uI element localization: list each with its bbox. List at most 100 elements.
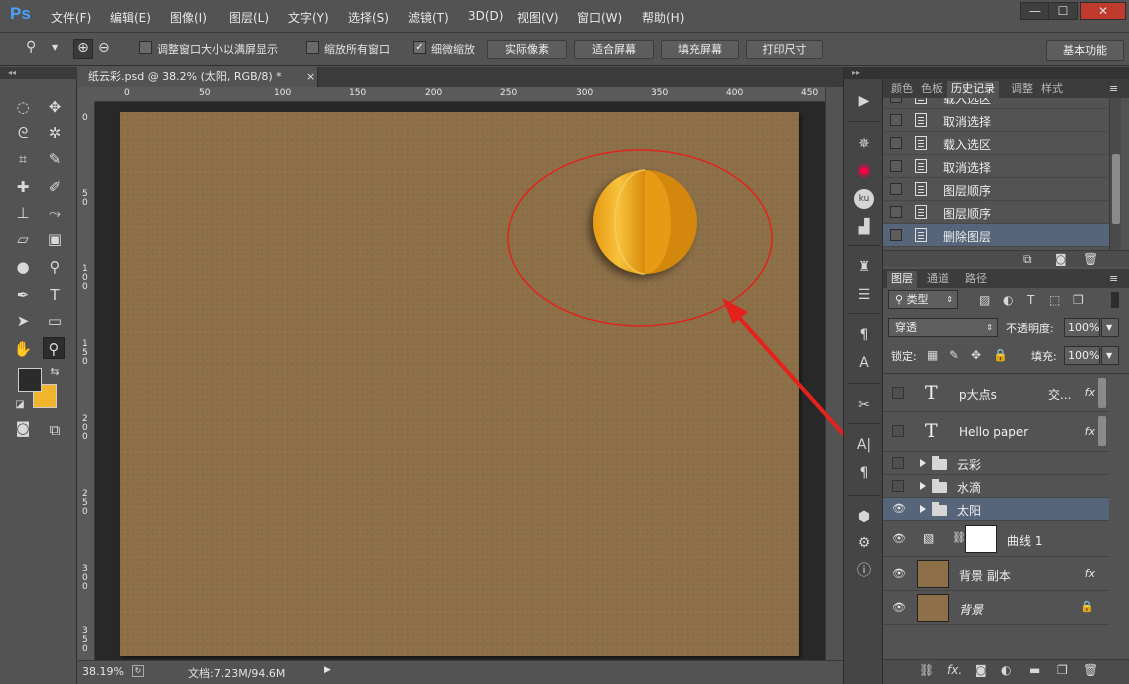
layer-visibility-toggle[interactable] (892, 480, 904, 492)
properties-panel-icon[interactable]: ⚙ (854, 533, 874, 553)
scrubby-zoom-checkbox[interactable]: ✓ (413, 41, 426, 54)
lock-transparency-icon[interactable]: ▦ (927, 348, 938, 362)
new-layer-icon[interactable]: ❐ (1057, 663, 1068, 677)
maximize-button[interactable]: ☐ (1048, 2, 1078, 20)
print-size-button[interactable]: 打印尺寸 (746, 40, 823, 59)
character-styles-icon[interactable]: A (854, 353, 874, 373)
new-group-icon[interactable]: ▬ (1029, 663, 1040, 677)
zoom-level[interactable]: 38.19% (82, 665, 124, 678)
info-panel-icon[interactable]: ⓘ (854, 561, 874, 581)
lock-all-icon[interactable]: 🔒 (993, 348, 1008, 362)
history-item[interactable]: 取消选择 (883, 109, 1109, 132)
zoom-tool-icon[interactable]: ⚲ (43, 337, 65, 359)
path-selection-tool-icon[interactable]: ➤ (12, 310, 34, 332)
tool-presets-icon[interactable]: ✂ (854, 395, 874, 415)
blur-tool-icon[interactable]: ● (12, 256, 34, 278)
close-tab-icon[interactable]: × (306, 67, 315, 87)
zoom-all-windows-checkbox[interactable] (306, 41, 319, 54)
delete-state-icon[interactable]: 🗑 (1083, 252, 1098, 266)
lasso-tool-icon[interactable]: ᘓ (12, 122, 34, 144)
layer-row-selected[interactable]: 👁 太阳 (883, 498, 1109, 521)
layer-row[interactable]: 👁 ▧ ⛓ 曲线 1 (883, 521, 1109, 557)
history-item[interactable]: 图层顺序 (883, 201, 1109, 224)
layer-filter-kind[interactable]: ⚲ 类型 ⇕ (888, 290, 958, 309)
layer-row[interactable]: 👁 背景 🔒 (883, 591, 1109, 625)
fit-screen-button[interactable]: 适合屏幕 (574, 40, 654, 59)
menu-edit[interactable]: 编辑(E) (110, 9, 151, 26)
preset-dropdown-icon[interactable]: ▼ (52, 43, 58, 52)
layer-row[interactable]: T p大点s 交... fx (883, 374, 1109, 412)
eyedropper-tool-icon[interactable]: ✎ (44, 148, 66, 170)
document-canvas[interactable] (120, 112, 799, 656)
fill-screen-button[interactable]: 填充屏幕 (661, 40, 739, 59)
navigator-icon[interactable]: ✵ (854, 134, 874, 154)
menu-help[interactable]: 帮助(H) (642, 9, 684, 26)
layer-row[interactable]: 水滴 (883, 475, 1109, 498)
history-item[interactable]: 图层顺序 (883, 178, 1109, 201)
menu-image[interactable]: 图像(I) (170, 9, 207, 26)
paragraph-styles-icon[interactable]: ¶ (854, 325, 874, 345)
new-adjustment-layer-icon[interactable]: ◐ (1001, 663, 1011, 677)
menu-view[interactable]: 视图(V) (517, 9, 559, 26)
group-expand-icon[interactable] (920, 482, 926, 490)
add-layer-style-icon[interactable]: fx. (947, 663, 962, 677)
history-source-checkbox[interactable] (890, 206, 902, 218)
status-menu-arrow-icon[interactable]: ▶ (324, 665, 331, 675)
group-expand-icon[interactable] (920, 505, 926, 513)
mask-link-icon[interactable]: ⛓ (952, 531, 966, 544)
fit-window-checkbox[interactable] (139, 41, 152, 54)
group-expand-icon[interactable] (920, 459, 926, 467)
actual-pixels-button[interactable]: 实际像素 (487, 40, 567, 59)
history-brush-tool-icon[interactable]: ⤳ (44, 202, 66, 224)
tab-adjustments[interactable]: 调整 (1007, 81, 1037, 98)
menu-type[interactable]: 文字(Y) (288, 9, 329, 26)
type-tool-icon[interactable]: T (44, 284, 66, 306)
history-source-checkbox[interactable] (890, 114, 902, 126)
tab-channels[interactable]: 通道 (923, 271, 953, 288)
default-colors-icon[interactable]: ◪ (9, 394, 31, 416)
history-scrollbar[interactable] (1109, 98, 1121, 250)
actions-play-icon[interactable]: ▶ (854, 91, 874, 111)
foreground-color-swatch[interactable] (18, 368, 42, 392)
filter-adjustment-icon[interactable]: ◐ (1003, 293, 1013, 307)
lock-position-icon[interactable]: ✥ (971, 348, 981, 362)
link-layers-icon[interactable]: ⛓ (919, 663, 934, 677)
color-wheel-icon[interactable]: ◉ (854, 160, 874, 180)
opacity-input[interactable]: 100% (1064, 318, 1100, 337)
tab-history[interactable]: 历史记录 (947, 81, 999, 98)
dock-collapse-icon[interactable]: ▸▸ (844, 67, 884, 79)
tab-color[interactable]: 颜色 (887, 81, 917, 98)
tab-styles[interactable]: 样式 (1037, 81, 1067, 98)
menu-3d[interactable]: 3D(D) (468, 9, 503, 23)
history-item[interactable]: 取消选择 (883, 155, 1109, 178)
opacity-dropdown-icon[interactable]: ▼ (1101, 318, 1119, 337)
history-source-checkbox[interactable] (890, 229, 902, 241)
filter-smart-object-icon[interactable]: ❐ (1073, 293, 1084, 307)
layer-row[interactable]: T Hello paper fx (883, 412, 1109, 452)
status-share-icon[interactable]: ↻ (132, 665, 144, 677)
tab-swatches[interactable]: 色板 (917, 81, 947, 98)
menu-layer[interactable]: 图层(L) (229, 9, 269, 26)
menu-window[interactable]: 窗口(W) (577, 9, 622, 26)
screen-mode-icon[interactable]: ⧉ (44, 419, 66, 441)
magic-wand-tool-icon[interactable]: ✲ (44, 122, 66, 144)
filter-shape-icon[interactable]: ⬚ (1049, 293, 1060, 307)
clone-stamp-tool-icon[interactable]: ⊥ (12, 202, 34, 224)
brush-presets-icon[interactable]: ♜ (854, 257, 874, 277)
snapshot-camera-icon[interactable]: ◙ (1055, 252, 1067, 266)
history-source-checkbox[interactable] (890, 160, 902, 172)
paragraph-panel-icon[interactable]: ¶ (854, 463, 874, 483)
minimize-button[interactable]: — (1020, 2, 1050, 20)
tab-paths[interactable]: 路径 (961, 271, 991, 288)
layer-visibility-toggle[interactable] (892, 457, 904, 469)
close-window-button[interactable]: ✕ (1080, 2, 1126, 20)
history-item[interactable]: 载入选区 (883, 98, 1109, 109)
character-panel-icon[interactable]: A| (854, 435, 874, 455)
move-tool-icon[interactable]: ✥ (44, 96, 66, 118)
layer-effects-icon[interactable]: fx (1085, 567, 1095, 580)
hand-tool-icon[interactable]: ✋ (12, 338, 34, 360)
document-tab[interactable]: 纸云彩.psd @ 38.2% (太阳, RGB/8) * × (78, 67, 318, 87)
layers-panel-menu-icon[interactable]: ≡ (1105, 271, 1122, 288)
eye-icon[interactable]: 👁 (892, 532, 906, 545)
layer-row[interactable]: 👁 背景 副本 fx (883, 557, 1109, 591)
